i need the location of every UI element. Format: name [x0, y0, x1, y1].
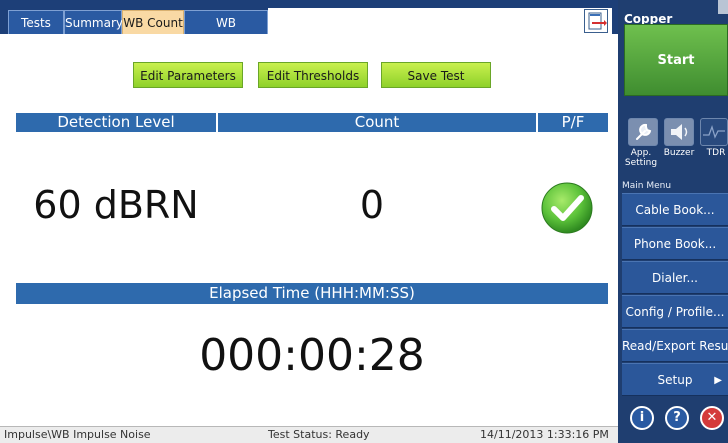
close-icon[interactable]: ✕ [700, 406, 724, 430]
tab-wb-histogram[interactable]: WB Histogram [184, 10, 268, 54]
menu-item-config-profile[interactable]: Config / Profile... [622, 295, 728, 328]
help-icon[interactable]: ? [665, 406, 689, 430]
detection-level-value: 60 dBRN [33, 183, 199, 227]
edit-parameters-button[interactable]: Edit Parameters [133, 62, 243, 88]
pass-fail-header: P/F [538, 113, 608, 132]
waveform-icon [703, 124, 725, 139]
status-timestamp: 14/11/2013 1:33:16 PM [480, 428, 609, 441]
menu-item-dialer[interactable]: Dialer... [622, 261, 728, 294]
menu-item-cable-book[interactable]: Cable Book... [622, 193, 728, 226]
menu-item-setup[interactable]: Setup ▶ [622, 363, 728, 396]
tdr-label: TDR [706, 148, 726, 158]
info-icon[interactable]: i [630, 406, 654, 430]
buzzer-label: Buzzer [663, 148, 695, 158]
count-value: 0 [359, 183, 385, 227]
elapsed-time-header: Elapsed Time (HHH:MM:SS) [16, 283, 608, 304]
tab-bar-fill [268, 8, 612, 34]
status-test-path: Impulse\WB Impulse Noise [4, 428, 151, 441]
app-setting-button[interactable] [628, 118, 658, 146]
status-test-state: Test Status: Ready [268, 428, 370, 441]
elapsed-time-value: 000:00:28 [199, 330, 425, 381]
menu-item-read-export-result[interactable]: Read/Export Result... [622, 329, 728, 362]
tab-summary[interactable]: Summary [64, 10, 123, 34]
speaker-icon [671, 124, 688, 140]
setup-label: Setup [657, 373, 693, 387]
tab-bar: Tests Summary WB Count WB Histogram [0, 0, 618, 54]
side-panel: Copper Start App. Setting Buzzer TDR Mai… [618, 0, 728, 443]
main-panel: Tests Summary WB Count WB Histogram Edit… [0, 0, 618, 443]
menu-item-phone-book[interactable]: Phone Book... [622, 227, 728, 260]
save-test-button[interactable]: Save Test [381, 62, 491, 88]
export-icon[interactable] [584, 9, 608, 33]
status-bar: Impulse\WB Impulse Noise Test Status: Re… [0, 426, 618, 443]
panel-collapse-handle[interactable] [718, 0, 728, 14]
chevron-right-icon: ▶ [714, 375, 722, 386]
main-menu-label: Main Menu [622, 181, 672, 191]
app-setting-label: App. Setting [624, 148, 658, 168]
edit-thresholds-button[interactable]: Edit Thresholds [258, 62, 368, 88]
count-header: Count [218, 113, 536, 132]
tab-tests[interactable]: Tests [8, 10, 64, 34]
tab-wb-count[interactable]: WB Count [122, 10, 184, 34]
checkmark-pass-icon [541, 182, 593, 234]
tdr-button[interactable] [700, 118, 728, 146]
start-button[interactable]: Start [624, 24, 728, 96]
detection-level-header: Detection Level [16, 113, 216, 132]
wrench-icon [636, 123, 652, 140]
buzzer-button[interactable] [664, 118, 694, 146]
